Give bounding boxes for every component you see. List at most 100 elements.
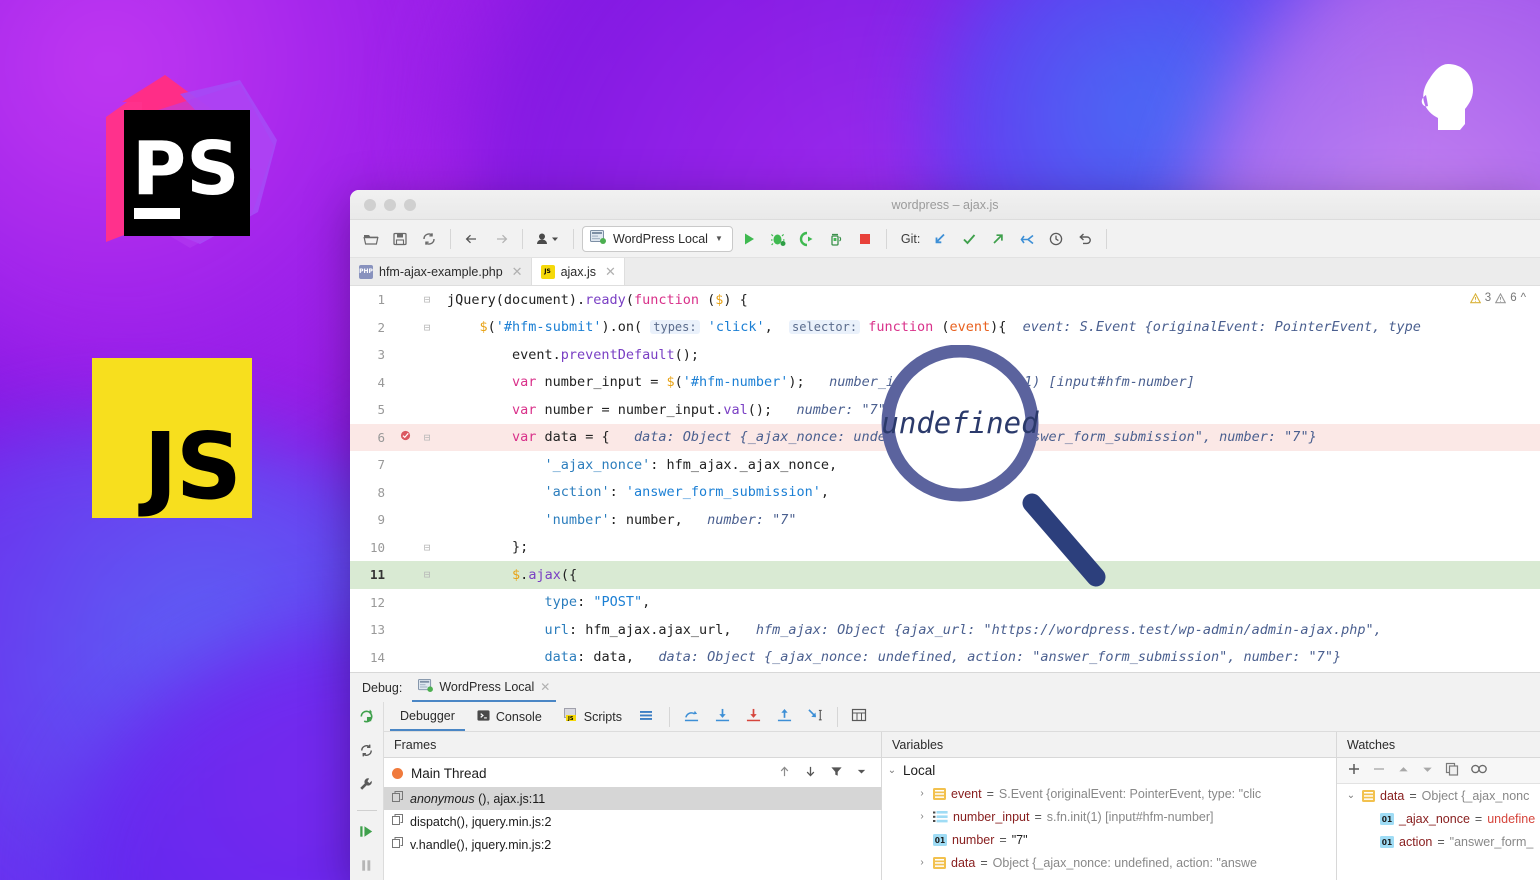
git-history-icon[interactable]	[1043, 226, 1069, 252]
profile-dropdown-icon[interactable]	[531, 226, 565, 252]
restart-frame-icon[interactable]	[358, 742, 375, 764]
fold-toggle-icon[interactable]: ⊟	[416, 321, 438, 334]
chevron-down-icon[interactable]	[856, 766, 867, 780]
fold-toggle-icon[interactable]: ⊟	[416, 431, 438, 444]
fold-toggle-icon[interactable]: ⊟	[416, 541, 438, 554]
git-rollback-icon[interactable]	[1014, 226, 1040, 252]
code-line[interactable]: 7 '_ajax_nonce': hfm_ajax._ajax_nonce,	[350, 451, 1540, 479]
code-line[interactable]: 10⊟ };	[350, 534, 1540, 562]
tab-ajax-js[interactable]: JS ajax.js ✕	[532, 258, 625, 285]
code-line[interactable]: 3 event.preventDefault();	[350, 341, 1540, 369]
move-down-icon[interactable]	[1421, 763, 1434, 779]
close-icon[interactable]: ✕	[512, 264, 523, 280]
code-line[interactable]: 6⊟ var data = { data: Object {_ajax_nonc…	[350, 424, 1540, 452]
window-controls[interactable]	[350, 199, 416, 211]
chevron-right-icon[interactable]: ›	[916, 788, 928, 799]
run-to-cursor-icon[interactable]	[801, 708, 830, 726]
save-all-icon[interactable]	[387, 226, 413, 252]
frame-item[interactable]: anonymous (), ajax.js:11	[384, 787, 881, 810]
code-line[interactable]: 13 url: hfm_ajax.ajax_url, hfm_ajax: Obj…	[350, 616, 1540, 644]
force-step-into-icon[interactable]	[739, 708, 768, 726]
sync-icon[interactable]	[416, 226, 442, 252]
variable-row[interactable]: ›event=S.Event {originalEvent: PointerEv…	[882, 782, 1336, 805]
array-type-icon	[933, 811, 948, 823]
code-line[interactable]: 11⊟ $.ajax({	[350, 561, 1540, 589]
tab-debugger[interactable]: Debugger	[390, 702, 465, 731]
chevron-down-icon[interactable]: ⌄	[886, 765, 898, 776]
navigate-back-icon[interactable]	[459, 226, 485, 252]
chevron-right-icon[interactable]: ›	[916, 857, 928, 868]
code-line[interactable]: 12 type: "POST",	[350, 589, 1540, 617]
code-line[interactable]: 8 'action': 'answer_form_submission',	[350, 479, 1540, 507]
thread-selector[interactable]: Main Thread	[384, 759, 881, 787]
variable-row[interactable]: ›data=Object {_ajax_nonce: undefined, ac…	[882, 851, 1336, 874]
run-with-coverage-button[interactable]	[794, 226, 820, 252]
step-over-icon[interactable]	[677, 708, 706, 726]
rerun-icon[interactable]	[358, 708, 375, 730]
close-button[interactable]	[364, 199, 376, 211]
git-update-project-icon[interactable]	[927, 226, 953, 252]
code-line[interactable]: 14 data: data, data: Object {_ajax_nonce…	[350, 644, 1540, 672]
filter-icon[interactable]	[830, 765, 843, 781]
resume-program-icon[interactable]	[358, 823, 375, 845]
inspection-widget[interactable]: 3 6 ^	[1470, 292, 1526, 304]
add-watch-icon[interactable]	[1347, 762, 1361, 779]
variable-row[interactable]: 01action="answer_form_	[1337, 830, 1540, 853]
code-line[interactable]: 2⊟ $('#hfm-submit').on( types: 'click', …	[350, 314, 1540, 342]
git-undo-icon[interactable]	[1072, 226, 1098, 252]
debug-button[interactable]	[765, 226, 791, 252]
stop-button[interactable]	[852, 226, 878, 252]
tab-console[interactable]: Console	[467, 702, 552, 731]
arrow-down-icon[interactable]	[804, 765, 817, 781]
mute-breakpoints-icon[interactable]	[638, 708, 654, 725]
variable-row[interactable]: ⌄data=Object {_ajax_nonc	[1337, 784, 1540, 807]
maximize-button[interactable]	[404, 199, 416, 211]
code-text: $('#hfm-submit').on( types: 'click', sel…	[438, 319, 1421, 335]
git-push-icon[interactable]	[985, 226, 1011, 252]
variable-row[interactable]: 01number="7"	[882, 828, 1336, 851]
chevron-up-icon[interactable]: ^	[1521, 292, 1526, 304]
frame-item[interactable]: v.handle(), jquery.min.js:2	[384, 833, 881, 856]
git-commit-icon[interactable]	[956, 226, 982, 252]
code-token: : data,	[577, 649, 658, 665]
code-editor[interactable]: 1⊟jQuery(document).ready(function ($) {2…	[350, 286, 1540, 672]
close-icon[interactable]: ✕	[540, 680, 550, 694]
run-configuration-selector[interactable]: WordPress Local ▼	[582, 226, 733, 252]
code-line[interactable]: 5 var number = number_input.val(); numbe…	[350, 396, 1540, 424]
debug-session-tab[interactable]: WordPress Local ✕	[412, 673, 556, 702]
minimize-button[interactable]	[384, 199, 396, 211]
fold-toggle-icon[interactable]: ⊟	[416, 293, 438, 306]
close-icon[interactable]: ✕	[605, 264, 616, 280]
code-line[interactable]: 1⊟jQuery(document).ready(function ($) {	[350, 286, 1540, 314]
evaluate-expression-icon[interactable]	[845, 708, 873, 725]
chevron-down-icon[interactable]: ⌄	[1345, 790, 1357, 801]
chevron-right-icon[interactable]: ›	[916, 811, 928, 822]
tab-scripts[interactable]: JS Scripts	[554, 702, 632, 731]
remove-watch-icon[interactable]	[1372, 762, 1386, 779]
run-button[interactable]	[736, 226, 762, 252]
copy-icon[interactable]	[1445, 762, 1459, 779]
chevron-down-icon[interactable]: ▼	[715, 234, 723, 243]
navigate-forward-icon[interactable]	[488, 226, 514, 252]
pause-program-icon[interactable]	[358, 857, 375, 879]
settings-wrench-icon[interactable]	[358, 776, 375, 798]
step-out-icon[interactable]	[770, 708, 799, 726]
code-line[interactable]: 9 'number': number, number: "7"	[350, 506, 1540, 534]
move-up-icon[interactable]	[1397, 763, 1410, 779]
step-into-icon[interactable]	[708, 708, 737, 726]
svg-text:JS: JS	[567, 716, 574, 722]
variables-scope-row[interactable]: ⌄ Local	[882, 759, 1336, 782]
variable-row[interactable]: ›number_input=s.fn.init(1) [input#hfm-nu…	[882, 805, 1336, 828]
variable-row[interactable]: 01_ajax_nonce=undefine	[1337, 807, 1540, 830]
code-line[interactable]: 4 var number_input = $('#hfm-number'); n…	[350, 369, 1540, 397]
svg-text:01: 01	[935, 836, 945, 845]
frame-item[interactable]: dispatch(), jquery.min.js:2	[384, 810, 881, 833]
arrow-up-icon[interactable]	[778, 765, 791, 781]
variable-value: "answer_form_	[1450, 835, 1534, 849]
open-folder-icon[interactable]	[358, 226, 384, 252]
fold-toggle-icon[interactable]: ⊟	[416, 568, 438, 581]
inspect-icon[interactable]	[1470, 763, 1488, 778]
breakpoint-icon[interactable]	[394, 430, 416, 444]
profiler-button[interactable]	[823, 226, 849, 252]
tab-hfm-ajax-example-php[interactable]: PHP hfm-ajax-example.php ✕	[350, 258, 532, 285]
